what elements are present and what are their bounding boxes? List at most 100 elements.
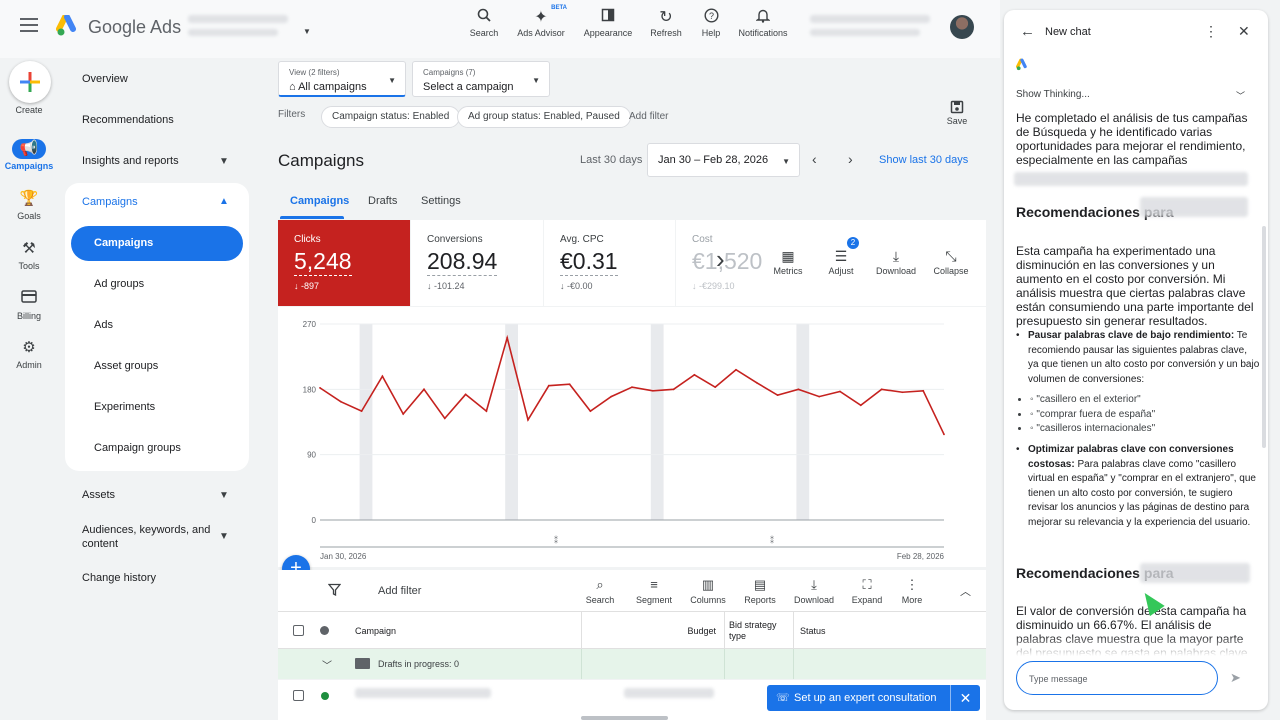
column-campaign[interactable]: Campaign bbox=[355, 626, 396, 636]
save-button[interactable]: Save bbox=[944, 100, 970, 126]
metric-delta: ↓ -101.24 bbox=[427, 281, 465, 291]
nav-sub-ads[interactable]: Ads bbox=[94, 319, 113, 331]
segment-button[interactable]: ≡ Segment bbox=[628, 577, 680, 605]
more-vert-icon[interactable]: ⋮ bbox=[1204, 23, 1218, 40]
data-point bbox=[672, 388, 675, 391]
nav-overview[interactable]: Overview bbox=[82, 73, 128, 85]
metric-avg-cpc[interactable]: Avg. CPC €0.31 ↓ -€0.00 bbox=[544, 220, 675, 306]
column-status[interactable]: Status bbox=[800, 626, 826, 636]
keyword-text: "casilleros internacionales" bbox=[1036, 423, 1156, 435]
nav-sub-campaign-groups[interactable]: Campaign groups bbox=[94, 442, 181, 454]
reports-button[interactable]: ▤ Reports bbox=[734, 577, 786, 605]
columns-button[interactable]: ▥ Columns bbox=[682, 577, 734, 605]
column-bid-strategy[interactable]: Bid strategy type bbox=[729, 620, 789, 642]
select-all-checkbox[interactable] bbox=[293, 625, 304, 636]
account-id bbox=[188, 29, 278, 36]
help-icon: ? bbox=[681, 8, 741, 28]
rail-billing[interactable]: Billing bbox=[0, 289, 58, 321]
close-icon[interactable]: ✕ bbox=[1238, 23, 1250, 40]
menu-icon[interactable] bbox=[20, 18, 38, 32]
rail-admin[interactable]: ⚙ Admin bbox=[0, 338, 58, 370]
account-dropdown-icon[interactable]: ▼ bbox=[303, 27, 311, 36]
chevron-down-icon[interactable]: ▼ bbox=[219, 156, 229, 167]
metrics-button[interactable]: ▦ Metrics bbox=[761, 248, 815, 276]
table-download-button[interactable]: ⤓ Download bbox=[788, 577, 840, 605]
download-metrics-button[interactable]: ⤓ Download bbox=[869, 248, 923, 276]
date-range-picker[interactable]: Jan 30 – Feb 28, 2026 ▼ bbox=[647, 143, 800, 177]
send-icon[interactable]: ➤ bbox=[1230, 670, 1241, 686]
campaign-name-redacted[interactable] bbox=[355, 688, 491, 698]
series-line bbox=[319, 334, 945, 435]
add-filter-link[interactable]: Add filter bbox=[629, 111, 668, 122]
expert-consultation-banner[interactable]: ☏ Set up an expert consultation ✕ bbox=[767, 685, 980, 711]
appearance-button[interactable]: Appearance bbox=[578, 8, 638, 38]
nav-sub-campaigns[interactable]: Campaigns bbox=[94, 237, 153, 249]
back-arrow-icon[interactable]: ← bbox=[1020, 23, 1035, 40]
more-button[interactable]: ⋮ More bbox=[886, 577, 938, 605]
filter-chip-ad-group-status[interactable]: Ad group status: Enabled, Paused bbox=[457, 106, 631, 128]
nav-sub-asset-groups[interactable]: Asset groups bbox=[94, 360, 158, 372]
close-icon[interactable]: ✕ bbox=[950, 685, 980, 711]
scroll-metrics-right-icon[interactable]: › bbox=[716, 244, 725, 275]
metric-value: 208.94 bbox=[427, 248, 498, 276]
nav-sub-experiments[interactable]: Experiments bbox=[94, 401, 155, 413]
prev-period-icon[interactable]: ‹ bbox=[812, 151, 817, 167]
table-add-filter[interactable]: Add filter bbox=[378, 585, 421, 597]
row-checkbox[interactable] bbox=[293, 690, 304, 701]
table-search-button[interactable]: ⌕ Search bbox=[574, 577, 626, 605]
search-button[interactable]: Search bbox=[454, 8, 514, 38]
keyword-item: ◦ "comprar fuera de españa" bbox=[1030, 408, 1155, 423]
chevron-down-icon[interactable]: ▼ bbox=[219, 531, 229, 542]
chat-scrollbar[interactable] bbox=[1262, 226, 1266, 448]
campaign-selector[interactable]: Campaigns (7) Select a campaign ▼ bbox=[412, 61, 550, 97]
tab-settings[interactable]: Settings bbox=[421, 195, 461, 207]
column-budget[interactable]: Budget bbox=[687, 626, 716, 636]
nav-change-history[interactable]: Change history bbox=[82, 572, 156, 584]
columns-icon: ▥ bbox=[701, 577, 715, 592]
nav-assets[interactable]: Assets bbox=[82, 489, 115, 501]
date-hint: Last 30 days bbox=[580, 154, 643, 166]
chevron-down-icon[interactable]: ▼ bbox=[219, 490, 229, 501]
nav-sub-ad-groups[interactable]: Ad groups bbox=[94, 278, 144, 290]
nav-insights[interactable]: Insights and reports bbox=[82, 155, 179, 167]
next-period-icon[interactable]: › bbox=[848, 151, 853, 167]
chevron-down-icon[interactable]: ﹀ bbox=[1236, 89, 1245, 102]
notifications-button[interactable]: Notifications bbox=[733, 8, 793, 38]
chevron-down-icon[interactable]: ﹀ bbox=[322, 657, 332, 672]
google-ads-logo bbox=[56, 15, 76, 36]
nav-audiences[interactable]: Audiences, keywords, and content bbox=[82, 523, 217, 551]
show-last-30-days-link[interactable]: Show last 30 days bbox=[879, 154, 968, 166]
horizontal-scrollbar[interactable] bbox=[581, 716, 668, 720]
weekend-band bbox=[650, 324, 664, 520]
tab-drafts[interactable]: Drafts bbox=[368, 195, 397, 207]
nav-campaigns[interactable]: Campaigns bbox=[82, 196, 138, 208]
help-button[interactable]: ? Help bbox=[681, 8, 741, 38]
avatar[interactable] bbox=[950, 15, 974, 39]
filter-icon[interactable] bbox=[327, 583, 342, 599]
chat-message-input[interactable]: Type message bbox=[1016, 661, 1218, 695]
account-name[interactable] bbox=[188, 15, 288, 23]
rail-tools[interactable]: ⚒ Tools bbox=[0, 239, 58, 271]
collapse-button[interactable]: ⤡ Collapse bbox=[924, 248, 978, 276]
adjust-button[interactable]: 2 ☰ Adjust bbox=[814, 237, 868, 276]
chevron-up-icon[interactable]: ▲ bbox=[219, 196, 229, 207]
search-icon bbox=[454, 8, 514, 28]
data-point bbox=[610, 395, 613, 398]
rail-goals[interactable]: 🏆 Goals bbox=[0, 189, 58, 221]
data-point bbox=[589, 410, 592, 413]
beta-badge: BETA bbox=[551, 5, 567, 11]
bullet-dot: • bbox=[1016, 444, 1020, 455]
metric-label: Conversions bbox=[427, 234, 483, 245]
metric-clicks[interactable]: Clicks 5,248 ↓ -897 bbox=[278, 220, 410, 306]
view-selector[interactable]: View (2 filters) ⌂ All campaigns ▼ bbox=[278, 61, 406, 97]
drafts-row[interactable]: ﹀ Drafts in progress: 0 bbox=[278, 649, 986, 679]
chevron-up-icon[interactable]: ︿ bbox=[960, 583, 971, 599]
metric-conversions[interactable]: Conversions 208.94 ↓ -101.24 bbox=[411, 220, 543, 306]
nav-recommendations[interactable]: Recommendations bbox=[82, 114, 174, 126]
rail-campaigns[interactable]: 📢 Campaigns bbox=[0, 139, 58, 171]
ads-advisor-button[interactable]: BETA ✦ Ads Advisor bbox=[511, 5, 571, 38]
tab-campaigns[interactable]: Campaigns bbox=[290, 195, 349, 207]
show-thinking-toggle[interactable]: Show Thinking... bbox=[1016, 89, 1090, 100]
create-button[interactable] bbox=[9, 61, 51, 103]
filter-chip-campaign-status[interactable]: Campaign status: Enabled bbox=[321, 106, 461, 128]
